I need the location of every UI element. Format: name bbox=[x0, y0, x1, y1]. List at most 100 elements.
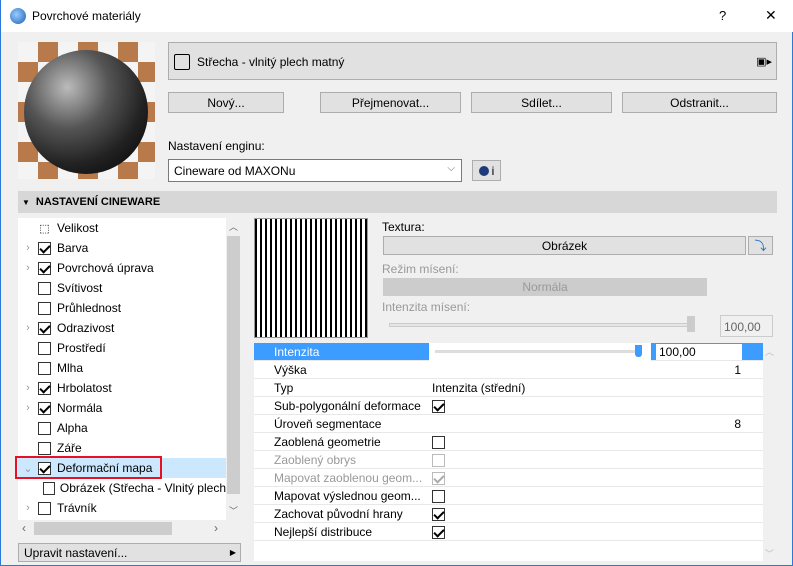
cinema4d-icon bbox=[478, 165, 489, 176]
blend-mode-button: Normála bbox=[383, 278, 707, 296]
property-value[interactable]: 8 bbox=[734, 417, 741, 431]
help-button[interactable]: ? bbox=[719, 8, 726, 23]
new-button[interactable]: Nový... bbox=[168, 92, 284, 113]
chevron-right-icon[interactable]: › bbox=[18, 502, 38, 514]
property-label: Intenzita bbox=[274, 344, 320, 359]
tree-horizontal-scrollbar[interactable]: ‹ › bbox=[18, 520, 226, 537]
tree-item-checkbox[interactable] bbox=[38, 341, 51, 355]
scroll-thumb-h[interactable] bbox=[34, 522, 172, 535]
property-checkbox bbox=[432, 453, 445, 467]
blend-intensity-input: 100,00 bbox=[720, 315, 773, 337]
texture-preview bbox=[254, 218, 368, 338]
tree-item-checkbox[interactable] bbox=[38, 421, 51, 435]
property-row[interactable]: Výška 1 bbox=[254, 361, 763, 379]
chevron-right-icon[interactable]: › bbox=[18, 382, 38, 394]
tree-item-checkbox[interactable] bbox=[38, 401, 51, 415]
tree-item-label: Hrbolatost bbox=[57, 381, 112, 395]
slider-thumb[interactable] bbox=[635, 345, 642, 357]
tree-item[interactable]: › Barva bbox=[18, 238, 226, 258]
dialog-window: Povrchové materiály ? ✕ Střecha - vlnitý… bbox=[0, 0, 793, 566]
tree-item-checkbox[interactable] bbox=[38, 281, 51, 295]
engine-select[interactable]: Cineware od MAXONu ⌵ bbox=[168, 159, 462, 182]
tree-item[interactable]: Průhlednost bbox=[18, 298, 226, 318]
tree-item-checkbox[interactable] bbox=[38, 261, 51, 275]
tree-item[interactable]: › Povrchová úprava bbox=[18, 258, 226, 278]
chevron-right-icon[interactable]: › bbox=[18, 262, 38, 274]
property-label: Zachovat původní hrany bbox=[274, 506, 403, 521]
property-row[interactable]: Sub-polygonální deformace bbox=[254, 397, 763, 415]
property-row[interactable]: Nejlepší distribuce bbox=[254, 523, 763, 541]
scroll-left-icon[interactable]: ‹ bbox=[22, 521, 26, 535]
chevron-right-icon[interactable]: › bbox=[18, 402, 38, 414]
tree-item[interactable]: Mlha bbox=[18, 358, 226, 378]
scroll-thumb[interactable] bbox=[227, 236, 240, 494]
tree-item-checkbox[interactable] bbox=[38, 301, 51, 315]
chevron-right-icon[interactable]: › bbox=[18, 322, 38, 334]
tree-item[interactable]: Svítivost bbox=[18, 278, 226, 298]
blend-intensity-slider bbox=[389, 316, 695, 332]
property-checkbox[interactable] bbox=[432, 435, 445, 449]
delete-button[interactable]: Odstranit... bbox=[622, 92, 777, 113]
scroll-down-icon[interactable]: ﹀ bbox=[765, 547, 774, 560]
property-row[interactable]: Typ Intenzita (střední) bbox=[254, 379, 763, 397]
property-row[interactable]: Mapovat zaoblenou geom... bbox=[254, 469, 763, 487]
property-value[interactable]: Intenzita (střední) bbox=[432, 381, 525, 395]
tree-item[interactable]: › Odrazivost bbox=[18, 318, 226, 338]
grid-vertical-scrollbar[interactable]: ︿ ﹀ bbox=[763, 343, 777, 561]
engine-label: Nastavení enginu: bbox=[168, 139, 265, 153]
edit-settings-button[interactable]: Upravit nastavení... ▶ bbox=[18, 543, 241, 562]
material-name: Střecha - vlnitý plech matný bbox=[197, 55, 345, 69]
tree-item[interactable]: › Trávník bbox=[18, 498, 226, 518]
tree-item[interactable]: › Hrbolatost bbox=[18, 378, 226, 398]
tree-item[interactable]: ⬚ Velikost bbox=[18, 218, 226, 238]
property-checkbox[interactable] bbox=[432, 525, 445, 539]
collapse-triangle-icon: ▼ bbox=[22, 197, 30, 207]
tree-item[interactable]: Alpha bbox=[18, 418, 226, 438]
property-row[interactable]: Intenzita bbox=[254, 343, 763, 361]
share-button[interactable]: Sdílet... bbox=[471, 92, 612, 113]
scroll-up-icon[interactable]: ︿ bbox=[765, 345, 774, 358]
tree-item[interactable]: Obrázek (Střecha - Vlnitý plech bbox=[18, 478, 226, 498]
property-row[interactable]: Zaoblená geometrie bbox=[254, 433, 763, 451]
close-button[interactable]: ✕ bbox=[765, 7, 777, 24]
rename-button[interactable]: Přejmenovat... bbox=[320, 92, 461, 113]
tree-item-label: Velikost bbox=[57, 221, 99, 235]
material-preview bbox=[18, 42, 155, 179]
info-icon: i bbox=[491, 163, 495, 178]
section-header[interactable]: ▼ NASTAVENÍ CINEWARE bbox=[18, 191, 777, 213]
chevron-right-icon[interactable]: › bbox=[18, 242, 38, 254]
material-color-swatch[interactable] bbox=[174, 54, 190, 70]
tree-item[interactable]: Záře bbox=[18, 438, 226, 458]
tree-item-checkbox[interactable] bbox=[38, 441, 51, 455]
tree-item[interactable]: ⌄ Deformační mapa bbox=[15, 456, 226, 479]
image-menu-icon[interactable]: ▣▸ bbox=[756, 55, 772, 68]
property-label: Mapovat zaoblenou geom... bbox=[274, 470, 423, 485]
scroll-up-icon[interactable]: ︿ bbox=[229, 220, 238, 233]
property-checkbox[interactable] bbox=[432, 399, 445, 413]
property-row[interactable]: Zaoblený obrys bbox=[254, 451, 763, 469]
property-checkbox[interactable] bbox=[432, 507, 445, 521]
property-row[interactable]: Zachovat původní hrany bbox=[254, 505, 763, 523]
engine-info-button[interactable]: i bbox=[472, 160, 501, 181]
tree-item-label: Mlha bbox=[57, 361, 84, 375]
intensity-input[interactable] bbox=[656, 344, 742, 360]
scroll-down-icon[interactable]: ﹀ bbox=[229, 504, 238, 517]
tree-item[interactable]: › Normála bbox=[18, 398, 226, 418]
property-row[interactable]: Úroveň segmentace 8 bbox=[254, 415, 763, 433]
scroll-right-icon[interactable]: › bbox=[214, 521, 218, 535]
tree-item-checkbox[interactable] bbox=[38, 381, 51, 395]
property-value[interactable]: 1 bbox=[734, 363, 741, 377]
property-row[interactable]: Mapovat výslednou geom... bbox=[254, 487, 763, 505]
tree-item-checkbox[interactable] bbox=[38, 361, 51, 375]
title-bar: Povrchové materiály ? ✕ bbox=[1, 0, 793, 32]
tree-item[interactable]: Prostředí bbox=[18, 338, 226, 358]
texture-type-button[interactable]: Obrázek bbox=[383, 236, 746, 255]
intensity-slider[interactable] bbox=[429, 343, 651, 361]
tree-item-checkbox[interactable] bbox=[38, 241, 51, 255]
load-texture-button[interactable]: ⤵ bbox=[748, 236, 773, 255]
tree-vertical-scrollbar[interactable]: ︿ ﹀ bbox=[226, 218, 241, 520]
tree-item-checkbox[interactable] bbox=[38, 501, 51, 515]
tree-item-checkbox[interactable] bbox=[38, 321, 51, 335]
material-name-field[interactable]: Střecha - vlnitý plech matný ▣▸ bbox=[168, 42, 777, 80]
property-checkbox[interactable] bbox=[432, 489, 445, 503]
